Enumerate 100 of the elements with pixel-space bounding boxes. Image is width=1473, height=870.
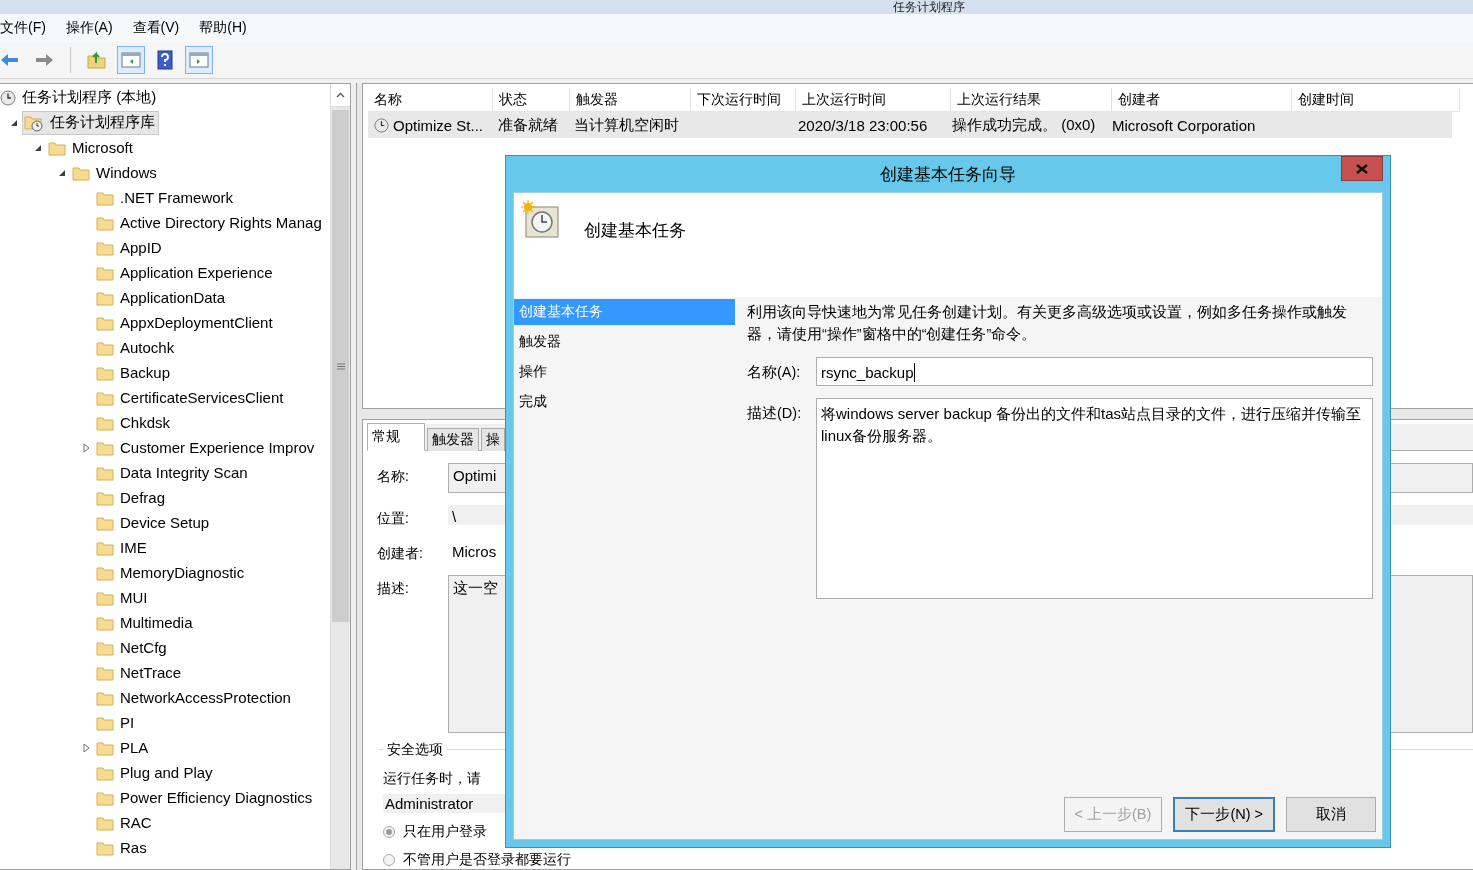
tree-item[interactable]: 任务计划程序 (本地) bbox=[0, 85, 161, 110]
radio-label: 只在用户登录 bbox=[403, 823, 487, 841]
folder-icon bbox=[96, 339, 114, 356]
column-header[interactable]: 触发器 bbox=[570, 88, 691, 112]
tree-item[interactable]: MUI bbox=[94, 585, 152, 610]
folder-icon bbox=[96, 464, 114, 481]
folder-icon bbox=[96, 839, 114, 856]
wizard-step[interactable]: 触发器 bbox=[514, 329, 735, 355]
dialog-title: 创建基本任务向导 bbox=[880, 163, 1016, 186]
tree-item[interactable]: NetCfg bbox=[94, 635, 171, 660]
caret-icon[interactable] bbox=[34, 143, 42, 152]
table-cell: 2020/3/18 23:00:56 bbox=[798, 116, 928, 134]
caret-icon[interactable] bbox=[58, 168, 66, 177]
tree-item[interactable]: Multimedia bbox=[94, 610, 197, 635]
security-text: 运行任务时，请 bbox=[383, 770, 482, 788]
table-cell: 当计算机空闲时 bbox=[574, 115, 679, 135]
folder-icon bbox=[96, 189, 114, 206]
folder-icon bbox=[96, 639, 114, 656]
radio-option[interactable]: 不管用户是否登录都要运行 bbox=[383, 851, 1473, 869]
wizard-step[interactable]: 操作 bbox=[514, 359, 735, 385]
caret-up-icon[interactable] bbox=[336, 92, 345, 98]
tree-item[interactable]: Data Integrity Scan bbox=[94, 460, 252, 485]
dialog-button[interactable]: 取消 bbox=[1286, 796, 1376, 832]
dialog-button[interactable]: 下一步(N) > bbox=[1173, 796, 1275, 832]
tree-item[interactable]: Chkdsk bbox=[94, 410, 175, 435]
wizard-intro: 利用该向导快速地为常见任务创建计划。有关更多高级选项或设置，例如多任务操作或触发器，请使用“操作”窗格中的“创建任务”命令。 bbox=[747, 303, 1348, 344]
folder-icon bbox=[96, 314, 114, 331]
column-header[interactable]: 名称 bbox=[368, 88, 493, 112]
tree-item[interactable]: NetworkAccessProtection bbox=[94, 685, 295, 710]
menu-item[interactable]: 查看(V) bbox=[132, 17, 180, 39]
tree-item[interactable]: AppID bbox=[94, 235, 166, 260]
column-header[interactable]: 上次运行结果 bbox=[951, 88, 1112, 112]
folder-icon bbox=[96, 614, 114, 631]
tree-item[interactable]: Active Directory Rights Manag bbox=[94, 210, 326, 235]
help-icon bbox=[157, 50, 173, 70]
tree-item[interactable]: Backup bbox=[94, 360, 175, 385]
name-input[interactable]: rsync_backup bbox=[816, 357, 1373, 386]
description-input[interactable]: 将windows server backup 备份出的文件和tas站点目录的文件，进行压缩并传输至linux备份服务器。 bbox=[816, 398, 1373, 599]
tree-item[interactable]: NetTrace bbox=[94, 660, 186, 685]
tree-item[interactable]: Defrag bbox=[94, 485, 170, 510]
tree-item[interactable]: RAC bbox=[94, 810, 156, 835]
field-label: 描述: bbox=[377, 579, 410, 598]
tree-item[interactable]: IME bbox=[94, 535, 151, 560]
folder-icon bbox=[48, 139, 66, 156]
tree-item[interactable]: Application Experience bbox=[94, 260, 277, 285]
tree-item[interactable]: Device Setup bbox=[94, 510, 214, 535]
menu-item[interactable]: 文件(F) bbox=[0, 17, 46, 39]
column-header[interactable]: 下次运行时间 bbox=[691, 88, 796, 112]
tab[interactable]: 操 bbox=[481, 428, 505, 451]
tree-item[interactable]: PI bbox=[94, 710, 139, 735]
field-label: 名称(A): bbox=[747, 363, 802, 382]
folder-icon bbox=[96, 664, 114, 681]
folder-icon bbox=[96, 214, 114, 231]
folder-icon bbox=[96, 814, 114, 831]
folder-icon bbox=[96, 789, 114, 806]
column-header[interactable]: 上次运行时间 bbox=[796, 88, 951, 112]
column-header[interactable]: 创建者 bbox=[1112, 88, 1292, 112]
radio-button[interactable] bbox=[383, 854, 395, 866]
table-cell: 准备就绪 bbox=[498, 115, 558, 135]
tree-item[interactable]: Autochk bbox=[94, 335, 179, 360]
radio-label: 不管用户是否登录都要运行 bbox=[403, 851, 571, 869]
forward-arrow-icon bbox=[34, 52, 54, 68]
wizard-step[interactable]: 完成 bbox=[514, 389, 735, 415]
column-header[interactable]: 创建时间 bbox=[1292, 88, 1460, 112]
column-header[interactable]: 状态 bbox=[493, 88, 570, 112]
folder-icon bbox=[96, 264, 114, 281]
table-row[interactable]: Optimize St... 准备就绪 当计算机空闲时 2020/3/18 23:00:56 操作成功完成。 (0x0) Microsoft Corporation bbox=[368, 112, 1452, 138]
tab[interactable]: 常规 bbox=[367, 423, 425, 451]
tree-item[interactable]: Microsoft bbox=[46, 135, 137, 160]
tree-item[interactable]: MemoryDiagnostic bbox=[94, 560, 249, 585]
tree-item[interactable]: Customer Experience Improv bbox=[94, 435, 319, 460]
folder-up-icon bbox=[87, 51, 107, 69]
folder-icon bbox=[96, 414, 114, 431]
close-button[interactable] bbox=[1341, 156, 1383, 181]
tree-item[interactable]: Power Efficiency Diagnostics bbox=[94, 785, 317, 810]
folder-icon bbox=[96, 439, 114, 456]
caret-icon[interactable] bbox=[10, 118, 18, 127]
field-label: 位置: bbox=[377, 509, 410, 528]
menu-item[interactable]: 帮助(H) bbox=[199, 17, 247, 39]
tree-item[interactable]: AppxDeploymentClient bbox=[94, 310, 277, 335]
tab[interactable]: 触发器 bbox=[427, 428, 479, 451]
folder-icon bbox=[96, 689, 114, 706]
field-label: 描述(D): bbox=[747, 404, 803, 423]
tree-item[interactable]: Plug and Play bbox=[94, 760, 217, 785]
window-title: 任务计划程序 bbox=[893, 1, 965, 14]
tree-item[interactable]: .NET Framework bbox=[94, 185, 238, 210]
tree-item[interactable]: ApplicationData bbox=[94, 285, 230, 310]
back-arrow-icon bbox=[0, 52, 20, 68]
grip-icon[interactable] bbox=[336, 362, 345, 370]
tree-item[interactable]: Windows bbox=[70, 160, 161, 185]
menu-item[interactable]: 操作(A) bbox=[65, 17, 113, 39]
folder-clock-icon bbox=[24, 113, 44, 132]
scrollbar[interactable] bbox=[330, 84, 350, 869]
table-cell: Optimize St... bbox=[393, 116, 484, 134]
tree-item[interactable]: 任务计划程序库 bbox=[22, 110, 159, 135]
tree-item[interactable]: Ras bbox=[94, 835, 151, 860]
tree-item[interactable]: PLA bbox=[94, 735, 153, 760]
radio-button[interactable] bbox=[383, 826, 395, 838]
folder-icon bbox=[96, 564, 114, 581]
tree-item[interactable]: CertificateServicesClient bbox=[94, 385, 288, 410]
